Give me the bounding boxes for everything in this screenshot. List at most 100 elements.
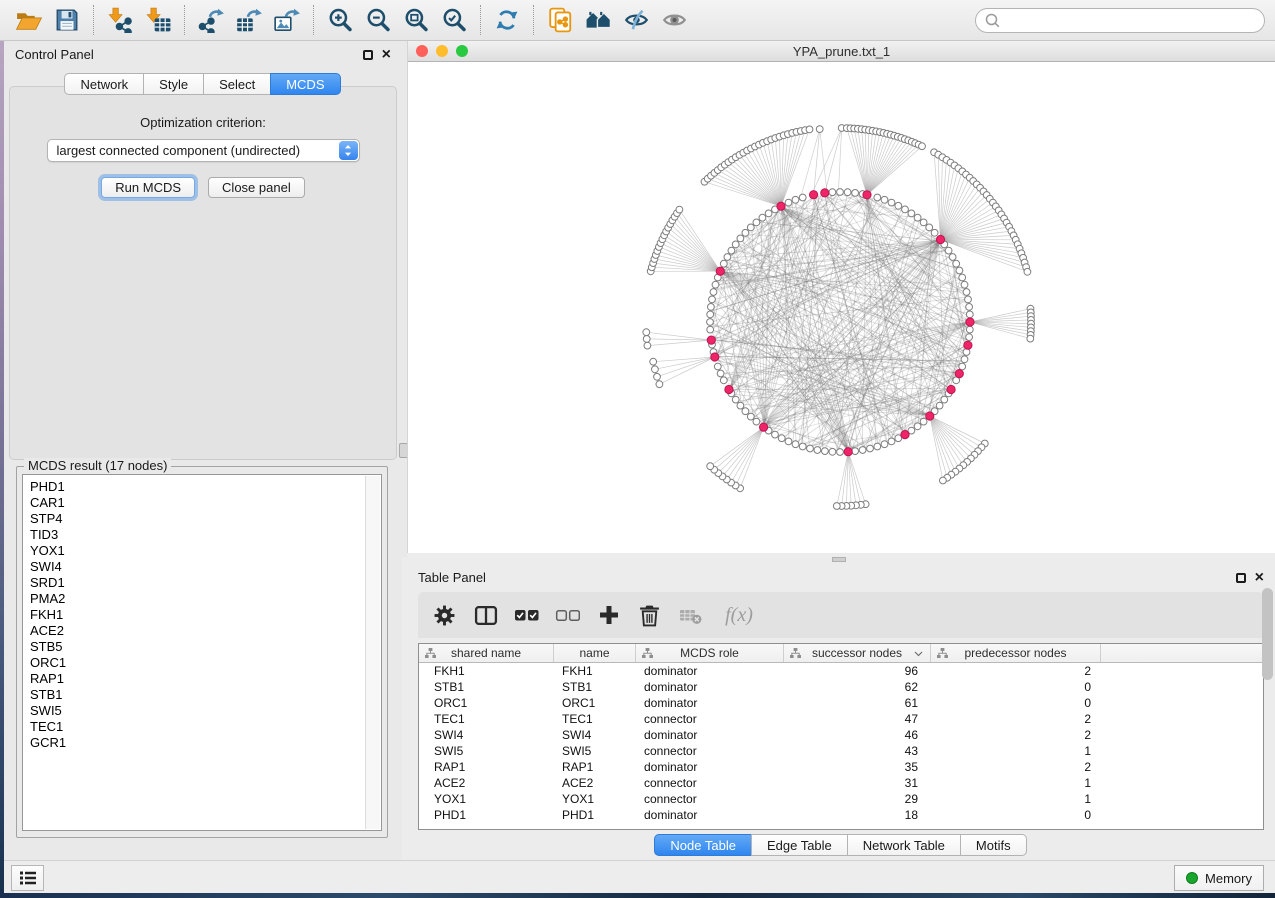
show-panels-button[interactable] <box>11 865 44 891</box>
cell-shared-name[interactable]: PHD1 <box>419 807 554 823</box>
save-session-button[interactable] <box>48 3 86 37</box>
table-row[interactable]: STB1STB1dominator620 <box>419 679 1263 695</box>
cell-predecessor-nodes[interactable]: 2 <box>931 727 1101 743</box>
close-panel-icon[interactable]: × <box>382 50 391 60</box>
create-column-button[interactable] <box>596 603 621 628</box>
table-row[interactable]: TEC1TEC1connector472 <box>419 711 1263 727</box>
show-columns-button[interactable] <box>473 603 498 628</box>
table-tab-network-table[interactable]: Network Table <box>847 834 961 856</box>
zoom-fit-button[interactable] <box>397 3 435 37</box>
cell-MCDS-role[interactable]: connector <box>636 791 784 807</box>
cell-name[interactable]: SWI4 <box>554 727 636 743</box>
cell-shared-name[interactable]: SWI4 <box>419 727 554 743</box>
cell-predecessor-nodes[interactable]: 0 <box>931 807 1101 823</box>
mcds-result-scrollbar[interactable] <box>365 476 380 829</box>
minimize-window-icon[interactable] <box>436 45 448 57</box>
cell-shared-name[interactable]: RAP1 <box>419 759 554 775</box>
tab-network[interactable]: Network <box>64 73 144 95</box>
tab-mcds[interactable]: MCDS <box>270 73 340 95</box>
mcds-result-item[interactable]: PMA2 <box>30 591 364 607</box>
zoom-in-button[interactable] <box>321 3 359 37</box>
tab-style[interactable]: Style <box>143 73 204 95</box>
cell-predecessor-nodes[interactable]: 2 <box>931 759 1101 775</box>
cell-name[interactable]: ACE2 <box>554 775 636 791</box>
mcds-result-item[interactable]: SWI5 <box>30 703 364 719</box>
search-input[interactable] <box>1006 13 1255 28</box>
cell-MCDS-role[interactable]: dominator <box>636 807 784 823</box>
select-all-rows-button[interactable] <box>514 603 539 628</box>
cell-successor-nodes[interactable]: 96 <box>784 663 931 679</box>
memory-button[interactable]: Memory <box>1174 865 1264 891</box>
table-row[interactable]: ACE2ACE2connector311 <box>419 775 1263 791</box>
cell-successor-nodes[interactable]: 62 <box>784 679 931 695</box>
export-image-button[interactable] <box>268 3 306 37</box>
cell-successor-nodes[interactable]: 46 <box>784 727 931 743</box>
cell-successor-nodes[interactable]: 35 <box>784 759 931 775</box>
mcds-result-item[interactable]: RAP1 <box>30 671 364 687</box>
maximize-window-icon[interactable] <box>456 45 468 57</box>
optimization-criterion-select[interactable]: largest connected component (undirected) <box>47 139 360 162</box>
cell-name[interactable]: RAP1 <box>554 759 636 775</box>
node-table-scrollbar[interactable] <box>1262 588 1273 680</box>
horizontal-splitter-grip[interactable] <box>832 557 846 562</box>
cell-successor-nodes[interactable]: 47 <box>784 711 931 727</box>
table-settings-button[interactable] <box>432 603 457 628</box>
cell-MCDS-role[interactable]: dominator <box>636 679 784 695</box>
close-window-icon[interactable] <box>416 45 428 57</box>
new-network-from-selection-button[interactable] <box>541 3 579 37</box>
cell-name[interactable]: STB1 <box>554 679 636 695</box>
cell-MCDS-role[interactable]: connector <box>636 775 784 791</box>
zoom-selected-button[interactable] <box>435 3 473 37</box>
network-canvas[interactable] <box>408 62 1275 553</box>
table-tab-motifs[interactable]: Motifs <box>960 834 1027 856</box>
cell-MCDS-role[interactable]: connector <box>636 711 784 727</box>
cell-successor-nodes[interactable]: 31 <box>784 775 931 791</box>
cell-MCDS-role[interactable]: dominator <box>636 663 784 679</box>
cell-shared-name[interactable]: SWI5 <box>419 743 554 759</box>
column-header-predecessor-nodes[interactable]: predecessor nodes <box>931 644 1101 662</box>
cell-successor-nodes[interactable]: 43 <box>784 743 931 759</box>
hide-selected-button[interactable] <box>617 3 655 37</box>
search-box[interactable] <box>975 8 1265 33</box>
show-all-button[interactable] <box>655 3 693 37</box>
cell-shared-name[interactable]: YOX1 <box>419 791 554 807</box>
mcds-result-item[interactable]: SRD1 <box>30 575 364 591</box>
cell-predecessor-nodes[interactable]: 1 <box>931 791 1101 807</box>
mcds-result-item[interactable]: TID3 <box>30 527 364 543</box>
import-table-button[interactable] <box>139 3 177 37</box>
close-panel-button[interactable]: Close panel <box>208 177 305 198</box>
cell-successor-nodes[interactable]: 61 <box>784 695 931 711</box>
column-header-MCDS-role[interactable]: MCDS role <box>636 644 784 662</box>
mcds-result-item[interactable]: TEC1 <box>30 719 364 735</box>
cell-name[interactable]: ORC1 <box>554 695 636 711</box>
export-table-button[interactable] <box>230 3 268 37</box>
tab-select[interactable]: Select <box>203 73 271 95</box>
mcds-result-item[interactable]: STB1 <box>30 687 364 703</box>
cell-MCDS-role[interactable]: dominator <box>636 695 784 711</box>
cell-MCDS-role[interactable]: dominator <box>636 727 784 743</box>
close-table-panel-icon[interactable]: × <box>1255 573 1264 583</box>
delete-columns-button[interactable] <box>637 603 662 628</box>
mcds-result-item[interactable]: STB5 <box>30 639 364 655</box>
cell-shared-name[interactable]: ORC1 <box>419 695 554 711</box>
cell-predecessor-nodes[interactable]: 2 <box>931 663 1101 679</box>
open-file-button[interactable] <box>10 3 48 37</box>
table-row[interactable]: YOX1YOX1connector291 <box>419 791 1263 807</box>
column-header-shared-name[interactable]: shared name <box>419 644 554 662</box>
import-network-button[interactable] <box>101 3 139 37</box>
cell-shared-name[interactable]: STB1 <box>419 679 554 695</box>
mcds-result-item[interactable]: GCR1 <box>30 735 364 751</box>
deselect-all-rows-button[interactable] <box>555 603 580 628</box>
cell-MCDS-role[interactable]: connector <box>636 743 784 759</box>
mcds-result-item[interactable]: FKH1 <box>30 607 364 623</box>
table-row[interactable]: SWI4SWI4dominator462 <box>419 727 1263 743</box>
cell-name[interactable]: TEC1 <box>554 711 636 727</box>
cell-name[interactable]: FKH1 <box>554 663 636 679</box>
mcds-result-item[interactable]: PHD1 <box>30 479 364 495</box>
zoom-out-button[interactable] <box>359 3 397 37</box>
cell-successor-nodes[interactable]: 18 <box>784 807 931 823</box>
mcds-result-item[interactable]: CAR1 <box>30 495 364 511</box>
table-row[interactable]: ORC1ORC1dominator610 <box>419 695 1263 711</box>
cell-successor-nodes[interactable]: 29 <box>784 791 931 807</box>
mcds-result-item[interactable]: YOX1 <box>30 543 364 559</box>
